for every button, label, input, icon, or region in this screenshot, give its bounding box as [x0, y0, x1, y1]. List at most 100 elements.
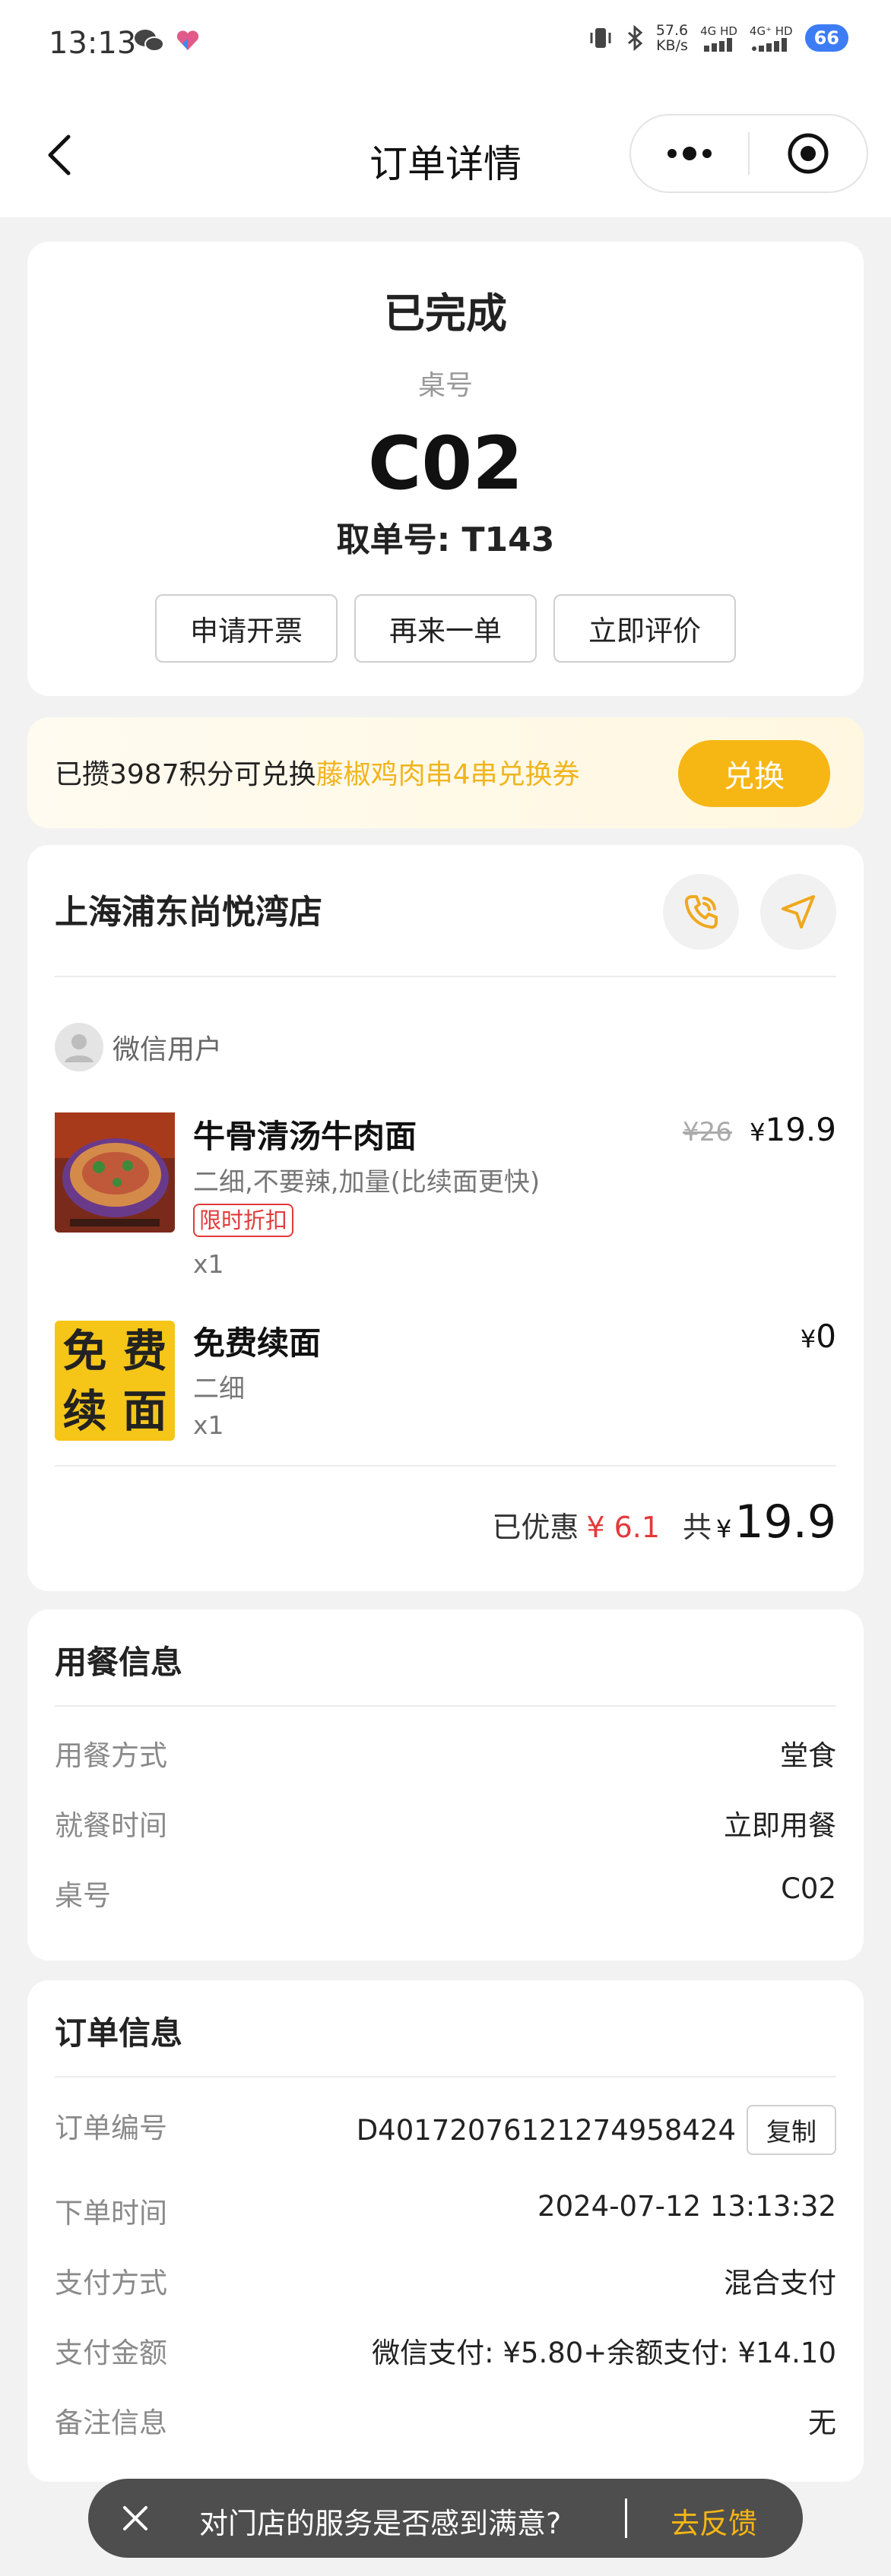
payment-amount-value: 微信支付: ¥5.80+余额支付: ¥14.10 — [372, 2337, 836, 2369]
order-id-value: D40172076121274958424 — [356, 2114, 736, 2147]
payment-amount-label: 支付金额 — [55, 2337, 167, 2369]
phone-icon — [684, 895, 718, 929]
order-id-label: 订单编号 — [55, 2112, 167, 2144]
item-price-symbol: ¥ — [750, 1118, 766, 1147]
table-number-row-value: C02 — [781, 1872, 836, 1905]
copy-order-id-button[interactable]: 复制 — [747, 2105, 836, 2155]
dining-method-value: 堂食 — [780, 1739, 836, 1772]
thumbnail-char: 免 — [62, 1324, 107, 1377]
signal-icon — [703, 38, 732, 52]
network-speed-unit: KB/s — [656, 37, 688, 54]
store-name[interactable]: 上海浦东尚悦湾店 — [55, 885, 322, 933]
user-name: 微信用户 — [113, 1034, 223, 1065]
item-name: 免费续面 — [193, 1324, 322, 1362]
toast-divider — [625, 2498, 627, 2538]
user-avatar-icon — [55, 1023, 103, 1071]
refill-noodle-thumbnail: 免 费 续 面 — [55, 1321, 175, 1441]
feedback-question: 对门店的服务是否感到满意? — [199, 2507, 562, 2540]
sim1-signal: 4G HD — [700, 24, 737, 52]
total-value: 19.9 — [734, 1495, 836, 1549]
dining-time-value: 立即用餐 — [724, 1809, 836, 1842]
payment-method-label: 支付方式 — [55, 2267, 167, 2299]
remarks-label: 备注信息 — [55, 2407, 167, 2439]
miniprogram-capsule — [629, 114, 868, 193]
points-text: 已攒3987积分可兑换藤椒鸡肉串4串兑换券 — [55, 752, 580, 792]
give-feedback-button[interactable]: 去反馈 — [671, 2500, 757, 2542]
remarks-value: 无 — [808, 2407, 836, 2439]
payment-method-value: 混合支付 — [724, 2267, 836, 2299]
order-status-card: 已完成 桌号 C02 取单号: T143 申请开票 再来一单 立即评价 — [27, 242, 864, 696]
more-menu-button[interactable] — [631, 116, 748, 191]
network-speed-value: 57.6 — [655, 22, 689, 39]
navigate-store-button[interactable] — [760, 874, 836, 950]
exchange-button[interactable]: 兑换 — [678, 740, 830, 807]
bluetooth-icon — [627, 25, 643, 51]
points-banner: 已攒3987积分可兑换藤椒鸡肉串4串兑换券 兑换 — [27, 717, 864, 828]
request-invoice-button[interactable]: 申请开票 — [155, 594, 338, 663]
beef-noodle-thumbnail — [55, 1112, 175, 1233]
close-miniprogram-button[interactable] — [750, 116, 867, 191]
table-number-label: 桌号 — [417, 370, 473, 401]
order-time-value: 2024-07-12 13:13:32 — [537, 2190, 836, 2223]
limited-discount-tag: 限时折扣 — [193, 1204, 294, 1237]
store-order-card: 上海浦东尚悦湾店 微信用户 牛骨清汤牛肉面 二细,不要辣,加量(比续面更快) 限… — [27, 845, 864, 1591]
item-options: 二细,不要辣,加量(比续面更快) — [193, 1167, 541, 1198]
status-notification-icons — [134, 27, 201, 55]
total-symbol: ¥ — [716, 1514, 732, 1543]
item-options: 二细 — [193, 1374, 245, 1404]
close-icon[interactable] — [119, 2502, 152, 2535]
navigation-arrow-icon — [782, 895, 815, 929]
call-store-button[interactable] — [663, 874, 739, 950]
table-number: C02 — [367, 421, 524, 506]
order-info-title: 订单信息 — [55, 2014, 183, 2052]
dining-time-label: 就餐时间 — [55, 1809, 167, 1842]
feedback-toast: 对门店的服务是否感到满意? 去反馈 — [88, 2479, 803, 2558]
status-time: 13:13 — [49, 26, 137, 61]
item-quantity: x1 — [193, 1249, 224, 1279]
sim1-label: 4G HD — [700, 24, 737, 38]
sim2-label: 4G⁺ HD — [749, 24, 793, 38]
order-info-divider — [55, 2076, 836, 2078]
battery-indicator: 66 — [804, 24, 848, 52]
dining-info-title: 用餐信息 — [55, 1644, 183, 1681]
status-right-group: 57.6 KB/s 4G HD 4G⁺ HD 66 — [588, 23, 848, 53]
more-dots-icon — [667, 147, 712, 160]
points-reward: 藤椒鸡肉串4串兑换券 — [315, 759, 580, 790]
order-total-row: 已优惠 ¥ 6.1 共 ¥ 19.9 — [492, 1495, 836, 1549]
rate-order-button[interactable]: 立即评价 — [553, 594, 736, 663]
item-name: 牛骨清汤牛肉面 — [193, 1118, 417, 1155]
navigation-bar: 订单详情 — [0, 91, 891, 217]
discount-value: ¥ 6.1 — [586, 1511, 661, 1544]
heart-notification-icon — [176, 30, 199, 50]
order-time-label: 下单时间 — [55, 2197, 167, 2229]
item-original-price: ¥26 — [683, 1117, 732, 1147]
signal-icon — [752, 38, 788, 52]
pickup-number: 取单号: T143 — [336, 521, 555, 559]
target-close-icon — [788, 133, 829, 174]
user-row: 微信用户 — [55, 1023, 222, 1071]
sim2-signal: 4G⁺ HD — [750, 24, 793, 52]
order-info-card: 订单信息 订单编号 D40172076121274958424 复制 下单时间 … — [27, 1980, 864, 2482]
dining-divider — [55, 1705, 836, 1707]
thumbnail-char: 费 — [122, 1324, 167, 1377]
item-price-symbol: ¥ — [800, 1324, 816, 1353]
item-price: ¥19.9 — [750, 1111, 836, 1148]
item-price: ¥0 — [801, 1318, 836, 1355]
vibrate-icon — [590, 28, 611, 48]
wechat-notification-icon — [135, 30, 164, 52]
thumbnail-char: 面 — [122, 1385, 167, 1437]
total-label: 共 — [683, 1511, 712, 1544]
item-price-value: 19.9 — [765, 1111, 836, 1148]
item-price-value: 0 — [816, 1318, 836, 1355]
status-bar: 13:13 57.6 KB/s 4G HD 4G⁺ HD 66 — [0, 0, 891, 91]
network-speed: 57.6 KB/s — [656, 23, 688, 53]
dining-info-card: 用餐信息 用餐方式 堂食 就餐时间 立即用餐 桌号 C02 — [27, 1609, 864, 1960]
reorder-button[interactable]: 再来一单 — [354, 594, 537, 663]
dining-method-label: 用餐方式 — [55, 1739, 167, 1772]
table-number-row-label: 桌号 — [55, 1879, 111, 1912]
item-quantity: x1 — [193, 1410, 224, 1440]
store-divider — [55, 976, 836, 977]
thumbnail-char: 续 — [62, 1385, 107, 1437]
points-prefix: 已攒3987积分可兑换 — [55, 759, 316, 790]
discount-label: 已优惠 — [492, 1511, 579, 1544]
